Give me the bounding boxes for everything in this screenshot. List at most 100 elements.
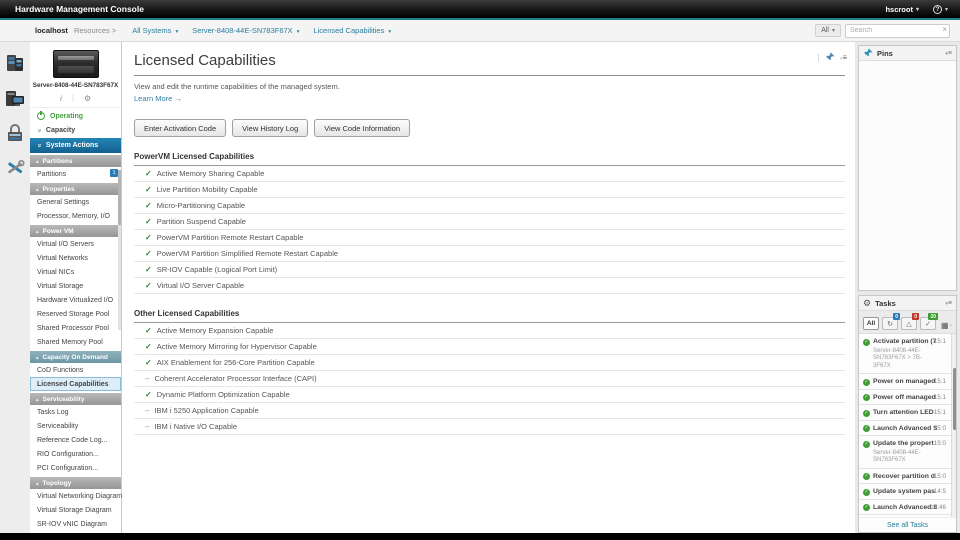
filter-running-button[interactable]: ↻ 0	[882, 313, 900, 330]
task-title: Launch Advanced S	[873, 424, 937, 432]
sidebar-item[interactable]: Virtual I/O Servers	[30, 237, 121, 251]
sidebar-item[interactable]: Processor, Memory, I/O	[30, 209, 121, 223]
sidebar-item[interactable]: Virtual NICs	[30, 265, 121, 279]
filter-success-button[interactable]: ✓ 20	[920, 313, 938, 330]
sidebar-item[interactable]: Licensed Capabilities	[30, 377, 121, 391]
capability-row: Partition Suspend Capable	[134, 214, 845, 231]
sidebar-item[interactable]: Virtual Storage	[30, 279, 121, 293]
search-input[interactable]	[845, 23, 950, 38]
tasks-list: Activate partition (7 15:1 Server-8408-4…	[859, 334, 956, 517]
action-button[interactable]: View History Log	[232, 119, 309, 138]
capability-label: Dynamic Platform Optimization Capable	[156, 390, 290, 400]
sidebar-item[interactable]: CoD Functions	[30, 363, 121, 377]
sidebar-item[interactable]: Shared Memory Pool	[30, 335, 121, 349]
serviceability-tools-icon[interactable]	[4, 157, 26, 179]
search-scope-dropdown[interactable]: All ▾	[815, 24, 841, 37]
sidebar-item[interactable]: Virtual Networks	[30, 251, 121, 265]
task-row[interactable]: Turn attention LED 15:1	[859, 405, 951, 421]
tasks-scrollbar[interactable]	[951, 334, 956, 517]
calendar-filter-icon[interactable]: ▦ ▾	[941, 321, 952, 330]
task-row[interactable]: Activate partition (7 15:1 Server-8408-4…	[859, 334, 951, 374]
lock-icon[interactable]	[4, 122, 26, 144]
sidebar-item-label: General Settings	[37, 198, 90, 206]
sidebar-item[interactable]: Shared Processor Pool	[30, 321, 121, 335]
panel-menu-icon[interactable]: ▾≡	[945, 50, 952, 57]
user-menu[interactable]: hscroot ▾	[885, 5, 919, 14]
system-actions-toggle[interactable]: » System Actions	[30, 138, 121, 153]
sidebar-group-header[interactable]: Power VM	[30, 225, 121, 237]
server-image	[52, 50, 99, 78]
sidebar-group-header[interactable]: Partitions	[30, 155, 121, 167]
gear-icon[interactable]: ⚙	[84, 94, 91, 103]
sidebar-item-label: RIO Configuration...	[37, 450, 99, 458]
sidebar-item[interactable]: RIO Configuration...	[30, 447, 121, 461]
sidebar-item[interactable]: Hardware Virtualized I/O	[30, 293, 121, 307]
check-icon	[145, 265, 152, 274]
sidebar-group-header[interactable]: Properties	[30, 183, 121, 195]
capacity-toggle[interactable]: » Capacity	[30, 123, 121, 138]
sidebar-item[interactable]: Virtual Networking Diagram	[30, 489, 122, 503]
sidebar-item[interactable]: Reserved Storage Pool	[30, 307, 121, 321]
chevron-down-icon: ▾	[944, 6, 948, 13]
capability-label: Coherent Accelerator Processor Interface…	[154, 374, 317, 384]
action-button[interactable]: Enter Activation Code	[134, 119, 227, 138]
task-row[interactable]: Launch Advanced S 15:0	[859, 421, 951, 436]
task-title: Update the propert	[873, 440, 934, 447]
sidebar-group-items: CoD Functions Licensed Capabilities	[30, 363, 121, 391]
sidebar-item[interactable]: SR-IOV vNIC Diagram	[30, 517, 121, 531]
task-row[interactable]: Launch Advanced S 14:46	[859, 500, 951, 515]
action-button[interactable]: View Code Information	[314, 119, 411, 138]
pin-icon[interactable]	[825, 52, 835, 62]
task-row[interactable]: Update system pas 14:5	[859, 484, 951, 500]
sidebar-group-items: Virtual I/O Servers Virtual Networks Vir…	[30, 237, 121, 349]
status-label: Operating	[50, 112, 84, 120]
info-icon[interactable]: i	[60, 94, 62, 103]
clear-search-icon[interactable]: ×	[942, 25, 947, 34]
resources-icon[interactable]	[4, 52, 26, 74]
task-row[interactable]: Power off managed 15:1	[859, 390, 951, 405]
task-success-icon	[863, 338, 870, 346]
sidebar-group-header[interactable]: Topology	[30, 477, 121, 489]
capability-section: PowerVM Licensed Capabilities Active Mem…	[134, 152, 845, 295]
sidebar-group-header[interactable]: Serviceability	[30, 393, 121, 405]
filter-all-button[interactable]: All	[863, 317, 879, 330]
sidebar-item[interactable]: Partitions 1	[30, 167, 121, 181]
sidebar-item[interactable]: Serviceability	[30, 419, 121, 433]
sidebar-item[interactable]: Reference Code Log...	[30, 433, 121, 447]
capability-label: IBM i Native I/O Capable	[154, 422, 237, 432]
tasks-panel-header: ⚙ Tasks ▾≡	[859, 296, 956, 311]
learn-more-link[interactable]: Learn More	[134, 94, 182, 103]
sidebar-item[interactable]: PCI Configuration...	[30, 461, 121, 475]
breadcrumb-host[interactable]: localhost	[35, 26, 68, 35]
capacity-label: Capacity	[45, 127, 76, 134]
sidebar-group-header[interactable]: Capacity On Demand	[30, 351, 121, 363]
sidebar-item[interactable]: Tasks Log	[30, 405, 121, 419]
sidebar-item[interactable]: Virtual Storage Diagram	[30, 503, 121, 517]
check-icon	[145, 358, 152, 367]
see-all-tasks-link[interactable]: See all Tasks	[859, 517, 956, 532]
capability-row: Active Memory Sharing Capable	[134, 166, 845, 183]
task-row[interactable]: Update the propert 15:0 Server-8408-44E-…	[859, 436, 951, 469]
task-row[interactable]: Recover partition d 15:0	[859, 469, 951, 484]
breadcrumb-item[interactable]: Server-8408-44E-SN783F67X	[192, 26, 299, 35]
task-success-icon	[863, 425, 870, 432]
breadcrumb-resources[interactable]: Resources >	[74, 26, 116, 35]
console-monitor-icon[interactable]	[4, 87, 26, 109]
help-menu[interactable]: ? ▾	[932, 4, 948, 14]
sidebar-scrollbar[interactable]	[118, 170, 121, 330]
breadcrumb-item[interactable]: All Systems	[132, 26, 178, 35]
scrollbar-thumb[interactable]	[118, 170, 121, 225]
capability-row: PowerVM Partition Remote Restart Capable	[134, 230, 845, 247]
nav-icon-strip	[0, 42, 30, 533]
panel-menu-icon[interactable]: ▾≡	[945, 300, 952, 307]
task-target: Server-8408-44E-SN783F67X > 7B-3F67X	[873, 347, 922, 369]
task-row[interactable]: Power on managed 15:1	[859, 374, 951, 390]
sidebar-item[interactable]: General Settings	[30, 195, 121, 209]
filter-warning-button[interactable]: △ 0	[901, 313, 919, 330]
dash-icon	[145, 406, 149, 415]
scrollbar-thumb[interactable]	[952, 368, 956, 430]
breadcrumb-item[interactable]: Licensed Capabilities	[313, 26, 391, 35]
panel-menu-icon[interactable]: ▾≡	[840, 53, 847, 62]
sidebar-item-label: Virtual I/O Servers	[37, 240, 95, 248]
task-success-icon	[863, 488, 870, 496]
